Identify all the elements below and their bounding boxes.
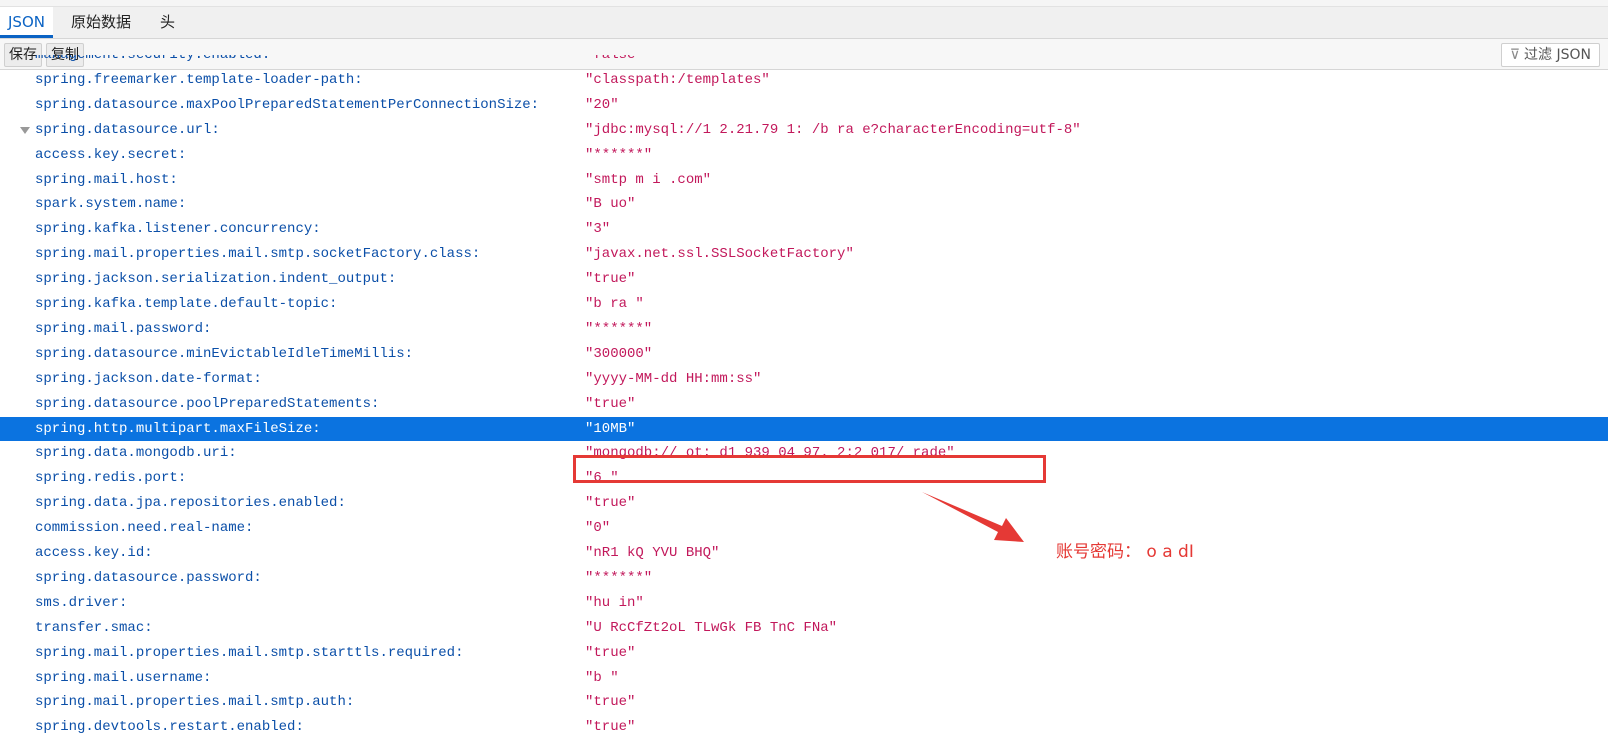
json-key: access.key.id: [35, 545, 153, 561]
json-value: "jdbc:mysql://1 2.21.79 1: /b ra e?chara… [585, 121, 1081, 138]
json-row[interactable]: spring.http.multipart.maxFileSize: "10MB" [0, 416, 1608, 442]
json-key: spring.http.multipart.maxFileSize: [35, 420, 321, 437]
json-value: "true" [585, 719, 636, 736]
json-row[interactable]: spring.freemarker.template-loader-path: "… [0, 68, 1608, 93]
json-value: "3" [585, 221, 611, 238]
json-value: "nR1 kQ YVU BHQ" [585, 545, 720, 561]
json-row[interactable]: spring.mail.properties.mail.smtp.auth: "t… [0, 690, 1608, 715]
json-key: commission.need.real-name: [35, 520, 254, 537]
annotation-arrow-icon [922, 492, 1024, 542]
json-value: "300000" [585, 345, 653, 362]
json-value: "b ra " [585, 296, 644, 312]
json-value: "false" [585, 55, 644, 63]
json-row[interactable]: spring.jackson.serialization.indent_outp… [0, 267, 1608, 292]
json-key: spring.devtools.restart.enabled: [35, 719, 304, 736]
json-row[interactable]: spring.datasource.minEvictableIdleTimeMi… [0, 342, 1608, 367]
tab-raw-data[interactable]: 原始数据 [63, 7, 139, 38]
json-row[interactable]: sms.driver: "hu in" [0, 591, 1608, 616]
json-value: "true" [585, 694, 636, 711]
highlight-box-mongodb-uri [573, 455, 1046, 483]
tab-headers[interactable]: 头 [152, 7, 183, 38]
json-value: "0" [585, 520, 611, 537]
json-key: spring.kafka.listener.concurrency: [35, 221, 321, 238]
json-value: "smtp m i .com" [585, 171, 712, 188]
json-key: spring.mail.properties.mail.smtp.socketF… [35, 246, 481, 263]
json-row[interactable]: spring.datasource.poolPreparedStatements… [0, 392, 1608, 417]
json-key: spring.freemarker.template-loader-path: [35, 71, 363, 88]
json-key: transfer.smac: [35, 619, 153, 636]
json-key: spring.datasource.minEvictableIdleTimeMi… [35, 345, 414, 362]
json-key: spring.datasource.poolPreparedStatements… [35, 395, 380, 412]
json-value: "classpath:/templates" [585, 71, 770, 88]
json-value: "yyyy-MM-dd HH:mm:ss" [585, 370, 762, 387]
json-key: spring.jackson.serialization.indent_outp… [35, 271, 397, 288]
json-row[interactable]: commission.need.real-name: "0" [0, 516, 1608, 541]
json-row[interactable]: spring.datasource.password: "******" [0, 566, 1608, 591]
expand-triangle-icon[interactable] [20, 126, 30, 134]
json-value: "true" [585, 644, 636, 661]
json-key: spring.mail.password: [35, 320, 212, 337]
json-row[interactable]: spark.system.name: "B uo" [0, 192, 1608, 217]
json-key: spring.kafka.template.default-topic: [35, 296, 338, 312]
json-row[interactable]: spring.datasource.url: "jdbc:mysql://1 2.… [0, 118, 1608, 143]
json-key: spring.datasource.maxPoolPreparedStateme… [35, 96, 540, 113]
json-row[interactable]: access.key.id: "nR1 kQ YVU BHQ" [0, 541, 1608, 566]
json-value: "U RcCfZt2oL TLwGk FB TnC FNa" [585, 619, 838, 636]
json-row[interactable]: transfer.smac: "U RcCfZt2oL TLwGk FB TnC … [0, 616, 1608, 641]
json-value: "******" [585, 569, 653, 586]
json-row[interactable]: spring.mail.properties.mail.smtp.starttl… [0, 641, 1608, 666]
json-value: "b " [585, 669, 619, 686]
json-key: spring.jackson.date-format: [35, 370, 262, 387]
json-key: spring.data.mongodb.uri: [35, 445, 237, 462]
browser-top-strip [0, 0, 1608, 7]
json-row[interactable]: spring.data.jpa.repositories.enabled: "tr… [0, 491, 1608, 516]
json-key: spring.redis.port: [35, 470, 187, 487]
tab-json[interactable]: JSON [0, 7, 53, 38]
json-key: spark.system.name: [35, 196, 187, 213]
json-key: spring.mail.username: [35, 669, 212, 686]
json-value: "true" [585, 395, 636, 412]
json-key: spring.data.jpa.repositories.enabled: [35, 495, 346, 512]
json-row[interactable]: spring.mail.password: "******" [0, 317, 1608, 342]
json-row[interactable]: spring.mail.host: "smtp m i .com" [0, 168, 1608, 193]
viewer-tab-bar: JSON 原始数据 头 [0, 7, 1608, 39]
json-value: "20" [585, 96, 619, 113]
json-row[interactable]: spring.mail.properties.mail.smtp.socketF… [0, 242, 1608, 267]
json-key: spring.datasource.url: [35, 121, 220, 138]
json-row[interactable]: spring.jackson.date-format: "yyyy-MM-dd H… [0, 367, 1608, 392]
json-value: "10MB" [585, 420, 636, 437]
json-value: "B uo" [585, 196, 636, 213]
json-value: "true" [585, 495, 636, 512]
json-key: spring.mail.properties.mail.smtp.starttl… [35, 644, 464, 661]
json-row[interactable]: spring.kafka.listener.concurrency: "3" [0, 217, 1608, 242]
json-key: spring.mail.properties.mail.smtp.auth: [35, 694, 355, 711]
json-row[interactable]: management.security.enabled: "false" [0, 55, 1608, 68]
json-row[interactable]: access.key.secret: "******" [0, 143, 1608, 168]
json-value: "true" [585, 271, 636, 288]
json-key: spring.datasource.password: [35, 569, 262, 586]
json-row[interactable]: spring.devtools.restart.enabled: "true" [0, 715, 1608, 740]
json-row[interactable]: spring.datasource.maxPoolPreparedStateme… [0, 93, 1608, 118]
json-key: access.key.secret: [35, 146, 187, 163]
json-row[interactable]: spring.mail.username: "b " [0, 666, 1608, 691]
json-value: "hu in" [585, 594, 644, 611]
json-key: sms.driver: [35, 594, 128, 611]
annotation-text: 账号密码： o a dI [1056, 542, 1194, 562]
json-key: spring.mail.host: [35, 171, 178, 188]
json-key: management.security.enabled: [35, 55, 271, 63]
json-row[interactable]: spring.kafka.template.default-topic: "b r… [0, 292, 1608, 317]
json-property-list: management.security.enabled: "false" sprin… [0, 55, 1608, 750]
json-value: "******" [585, 320, 653, 337]
json-value: "******" [585, 146, 653, 163]
json-value: "javax.net.ssl.SSLSocketFactory" [585, 246, 854, 263]
